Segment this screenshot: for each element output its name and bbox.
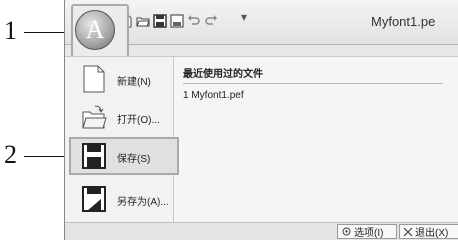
- exit-button[interactable]: 退出(X): [399, 224, 458, 239]
- quick-access-toolbar: [119, 14, 218, 28]
- recent-files-header: 最近使用过的文件: [183, 65, 443, 84]
- exit-label: 退出(X): [415, 228, 449, 239]
- save-as-icon[interactable]: [170, 14, 184, 28]
- menu-footer: 选项(I) 退出(X): [65, 222, 458, 240]
- callout-number-2: 2: [4, 140, 17, 169]
- recent-file-item[interactable]: 1 Myfont1.pef: [183, 90, 244, 101]
- callout-number-1: 1: [4, 16, 17, 45]
- options-button[interactable]: 选项(I): [337, 224, 397, 239]
- recent-files-panel: 最近使用过的文件 1 Myfont1.pef: [183, 57, 458, 223]
- close-icon: [403, 227, 413, 236]
- customize-dropdown-icon[interactable]: ▾: [241, 10, 247, 24]
- open-folder-icon[interactable]: [136, 14, 150, 28]
- save-as-icon: [82, 186, 106, 212]
- menu-item-label: 新建(N): [117, 77, 151, 88]
- app-window: ▾ Myfont1.pe A 新建(N) 打开(O)... 保存(S) 另存为(…: [64, 0, 458, 240]
- menu-item-save-as[interactable]: 另存为(A)...: [65, 181, 173, 217]
- menu-item-label: 打开(O)...: [117, 115, 160, 126]
- gear-icon: [342, 227, 351, 236]
- application-button[interactable]: A: [75, 10, 115, 50]
- menu-item-open[interactable]: 打开(O)...: [65, 99, 173, 135]
- menu-item-new[interactable]: 新建(N): [65, 61, 173, 97]
- save-icon[interactable]: [153, 14, 167, 28]
- menu-item-label: 另存为(A)...: [117, 197, 169, 208]
- open-folder-icon: [82, 105, 107, 129]
- redo-icon[interactable]: [204, 14, 218, 28]
- undo-icon[interactable]: [187, 14, 201, 28]
- new-doc-icon: [83, 65, 105, 93]
- menu-item-save[interactable]: 保存(S): [65, 138, 173, 174]
- menu-command-list: 新建(N) 打开(O)... 保存(S) 另存为(A)...: [65, 57, 179, 223]
- save-icon: [82, 143, 106, 169]
- application-menu: 新建(N) 打开(O)... 保存(S) 另存为(A)... 最近使用过的文件 …: [65, 56, 458, 223]
- options-label: 选项(I): [354, 228, 384, 239]
- menu-item-label: 保存(S): [117, 154, 151, 165]
- document-title: Myfont1.pe: [371, 14, 436, 29]
